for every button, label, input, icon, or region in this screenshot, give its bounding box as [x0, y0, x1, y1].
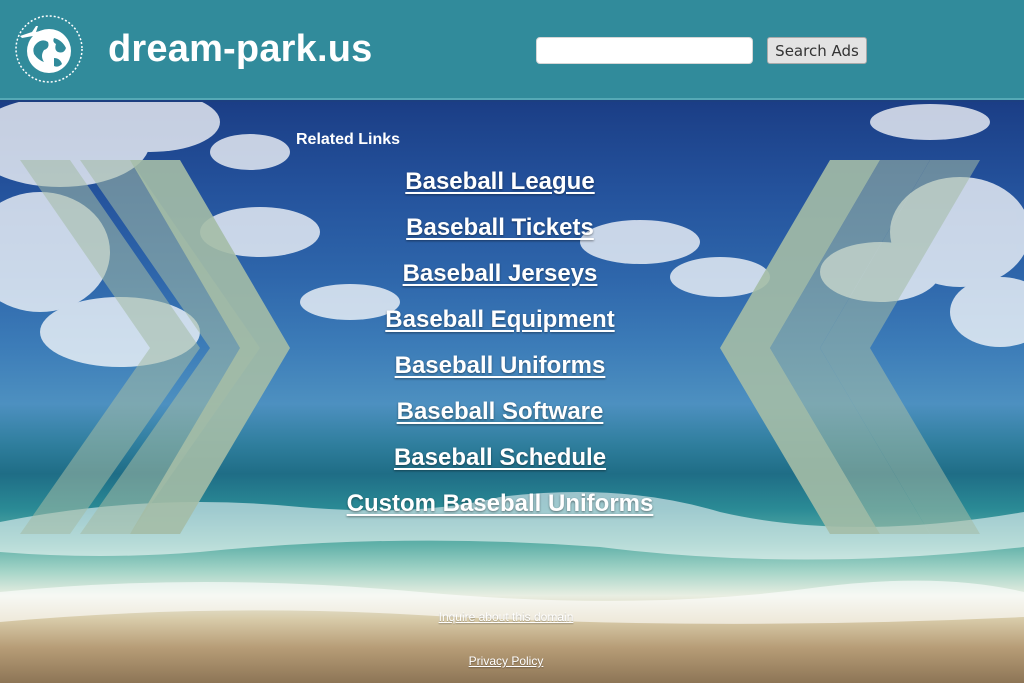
header-bar: dream-park.us Search Ads — [0, 0, 1024, 100]
related-link[interactable]: Baseball Tickets — [300, 214, 700, 242]
site-title[interactable]: dream-park.us — [108, 28, 372, 71]
related-link[interactable]: Baseball League — [300, 168, 700, 196]
related-link[interactable]: Baseball Schedule — [300, 444, 700, 472]
related-links-heading: Related Links — [296, 131, 401, 148]
related-link[interactable]: Custom Baseball Uniforms — [300, 490, 700, 518]
search-ads-button[interactable]: Search Ads — [767, 37, 867, 64]
inquire-domain-link[interactable]: Inquire about this domain — [0, 610, 1012, 624]
privacy-policy-link[interactable]: Privacy Policy — [0, 654, 1012, 668]
related-link[interactable]: Baseball Equipment — [300, 306, 700, 334]
related-link[interactable]: Baseball Software — [300, 398, 700, 426]
related-link[interactable]: Baseball Uniforms — [300, 352, 700, 380]
globe-airplane-icon[interactable] — [14, 14, 84, 84]
related-link[interactable]: Baseball Jerseys — [300, 260, 700, 288]
search-input[interactable] — [536, 37, 753, 64]
